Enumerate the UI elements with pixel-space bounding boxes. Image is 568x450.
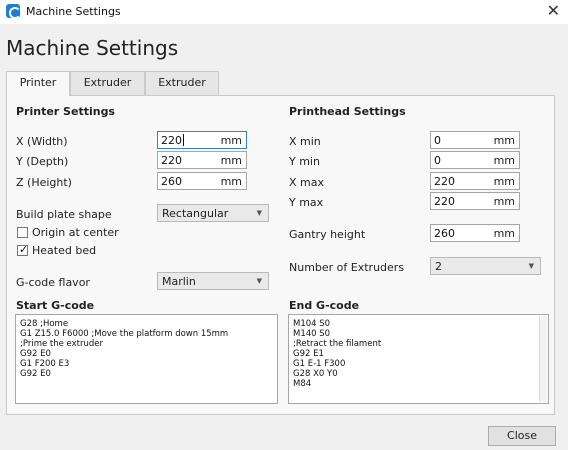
origin-at-center-checkbox[interactable]: Origin at center — [17, 226, 137, 240]
window-title: Machine Settings — [26, 5, 121, 18]
x-max-label: X max — [289, 176, 324, 189]
close-window-icon[interactable]: ✕ — [547, 1, 560, 20]
close-button[interactable]: Close — [488, 426, 556, 446]
vertical-scrollbar[interactable] — [539, 316, 547, 402]
build-plate-shape-select[interactable]: Rectangular ▼ — [157, 204, 269, 222]
x-max-value: 220 — [434, 175, 455, 188]
end-gcode-editor[interactable]: M104 S0 M140 S0 ;Retract the filament G92 E… — [288, 314, 549, 404]
gcode-line: G1 Z15.0 F6000 ;Move the platform down 1… — [20, 329, 229, 339]
build-plate-shape-value: Rectangular — [162, 207, 229, 220]
chevron-down-icon: ▼ — [256, 277, 262, 285]
checkbox-box — [17, 227, 28, 238]
heated-bed-checkbox[interactable]: ✓ Heated bed — [17, 243, 137, 258]
gcode-flavor-label: G-code flavor — [16, 276, 90, 289]
cura-app-icon — [6, 4, 21, 19]
text-caret — [183, 134, 184, 146]
y-max-unit: mm — [493, 195, 515, 208]
gantry-height-label: Gantry height — [289, 228, 366, 241]
gcode-flavor-value: Marlin — [162, 275, 196, 288]
gcode-line: G92 E1 — [293, 349, 324, 359]
x-min-value: 0 — [434, 134, 441, 147]
z-height-value: 260 — [161, 175, 182, 188]
y-min-value: 0 — [434, 154, 441, 167]
gcode-line: G28 X0 Y0 — [293, 369, 338, 379]
y-max-label: Y max — [289, 196, 324, 209]
end-gcode-title: End G-code — [289, 299, 360, 312]
x-width-label: X (Width) — [16, 135, 68, 148]
start-gcode-editor[interactable]: G28 ;Home G1 Z15.0 F6000 ;Move the platfo… — [15, 314, 278, 404]
title-bar: Machine Settings ✕ — [0, 0, 568, 24]
gcode-flavor-select[interactable]: Marlin ▼ — [157, 272, 269, 290]
gantry-height-value: 260 — [434, 227, 455, 240]
y-depth-value: 220 — [161, 154, 182, 167]
tab-extruder-1[interactable]: Extruder 1 — [70, 71, 145, 111]
x-min-unit: mm — [493, 134, 515, 147]
number-of-extruders-select[interactable]: 2 ▼ — [430, 257, 541, 275]
x-min-field[interactable]: 0 mm — [430, 131, 520, 149]
x-max-field[interactable]: 220 mm — [430, 172, 520, 190]
gcode-line: M104 S0 — [293, 319, 331, 329]
chevron-down-icon: ▼ — [256, 209, 262, 217]
y-min-field[interactable]: 0 mm — [430, 151, 520, 169]
x-width-field[interactable]: 220 mm — [157, 131, 247, 149]
printhead-settings-title: Printhead Settings — [289, 105, 406, 118]
gcode-line: G92 E0 — [20, 349, 51, 359]
y-depth-label: Y (Depth) — [16, 155, 69, 168]
z-height-field[interactable]: 260 mm — [157, 172, 247, 190]
tab-extruder-2[interactable]: Extruder 2 — [145, 71, 219, 111]
gcode-line: G28 ;Home — [20, 319, 69, 329]
y-depth-unit: mm — [220, 154, 242, 167]
z-height-label: Z (Height) — [16, 176, 72, 189]
gcode-line: G1 E-1 F300 — [293, 359, 346, 369]
tab-printer[interactable]: Printer — [6, 71, 70, 96]
gantry-height-field[interactable]: 260 mm — [430, 224, 520, 242]
x-max-unit: mm — [493, 175, 515, 188]
printer-settings-title: Printer Settings — [16, 105, 115, 118]
gcode-line: ;Prime the extruder — [20, 339, 104, 349]
x-width-value: 220 — [161, 134, 182, 147]
x-min-label: X min — [289, 135, 321, 148]
gcode-line: ;Retract the filament — [293, 339, 382, 349]
build-plate-shape-label: Build plate shape — [16, 208, 112, 221]
z-height-unit: mm — [220, 175, 242, 188]
number-of-extruders-value: 2 — [435, 260, 442, 273]
checkmark-icon: ✓ — [19, 243, 29, 256]
origin-at-center-label: Origin at center — [32, 226, 119, 239]
y-min-unit: mm — [493, 154, 515, 167]
x-width-unit: mm — [220, 134, 242, 147]
checkbox-box: ✓ — [17, 243, 29, 256]
gantry-height-unit: mm — [493, 227, 515, 240]
chevron-down-icon: ▼ — [528, 262, 534, 270]
y-depth-field[interactable]: 220 mm — [157, 151, 247, 169]
page-title: Machine Settings — [6, 36, 179, 60]
y-max-value: 220 — [434, 195, 455, 208]
gcode-line: G1 F200 E3 — [20, 359, 70, 369]
y-min-label: Y min — [289, 155, 320, 168]
gcode-line: M84 — [293, 379, 312, 389]
number-of-extruders-label: Number of Extruders — [289, 261, 405, 274]
start-gcode-title: Start G-code — [16, 299, 95, 312]
y-max-field[interactable]: 220 mm — [430, 192, 520, 210]
heated-bed-label: Heated bed — [32, 244, 97, 257]
gcode-line: M140 S0 — [293, 329, 331, 339]
gcode-line: G92 E0 — [20, 369, 51, 379]
